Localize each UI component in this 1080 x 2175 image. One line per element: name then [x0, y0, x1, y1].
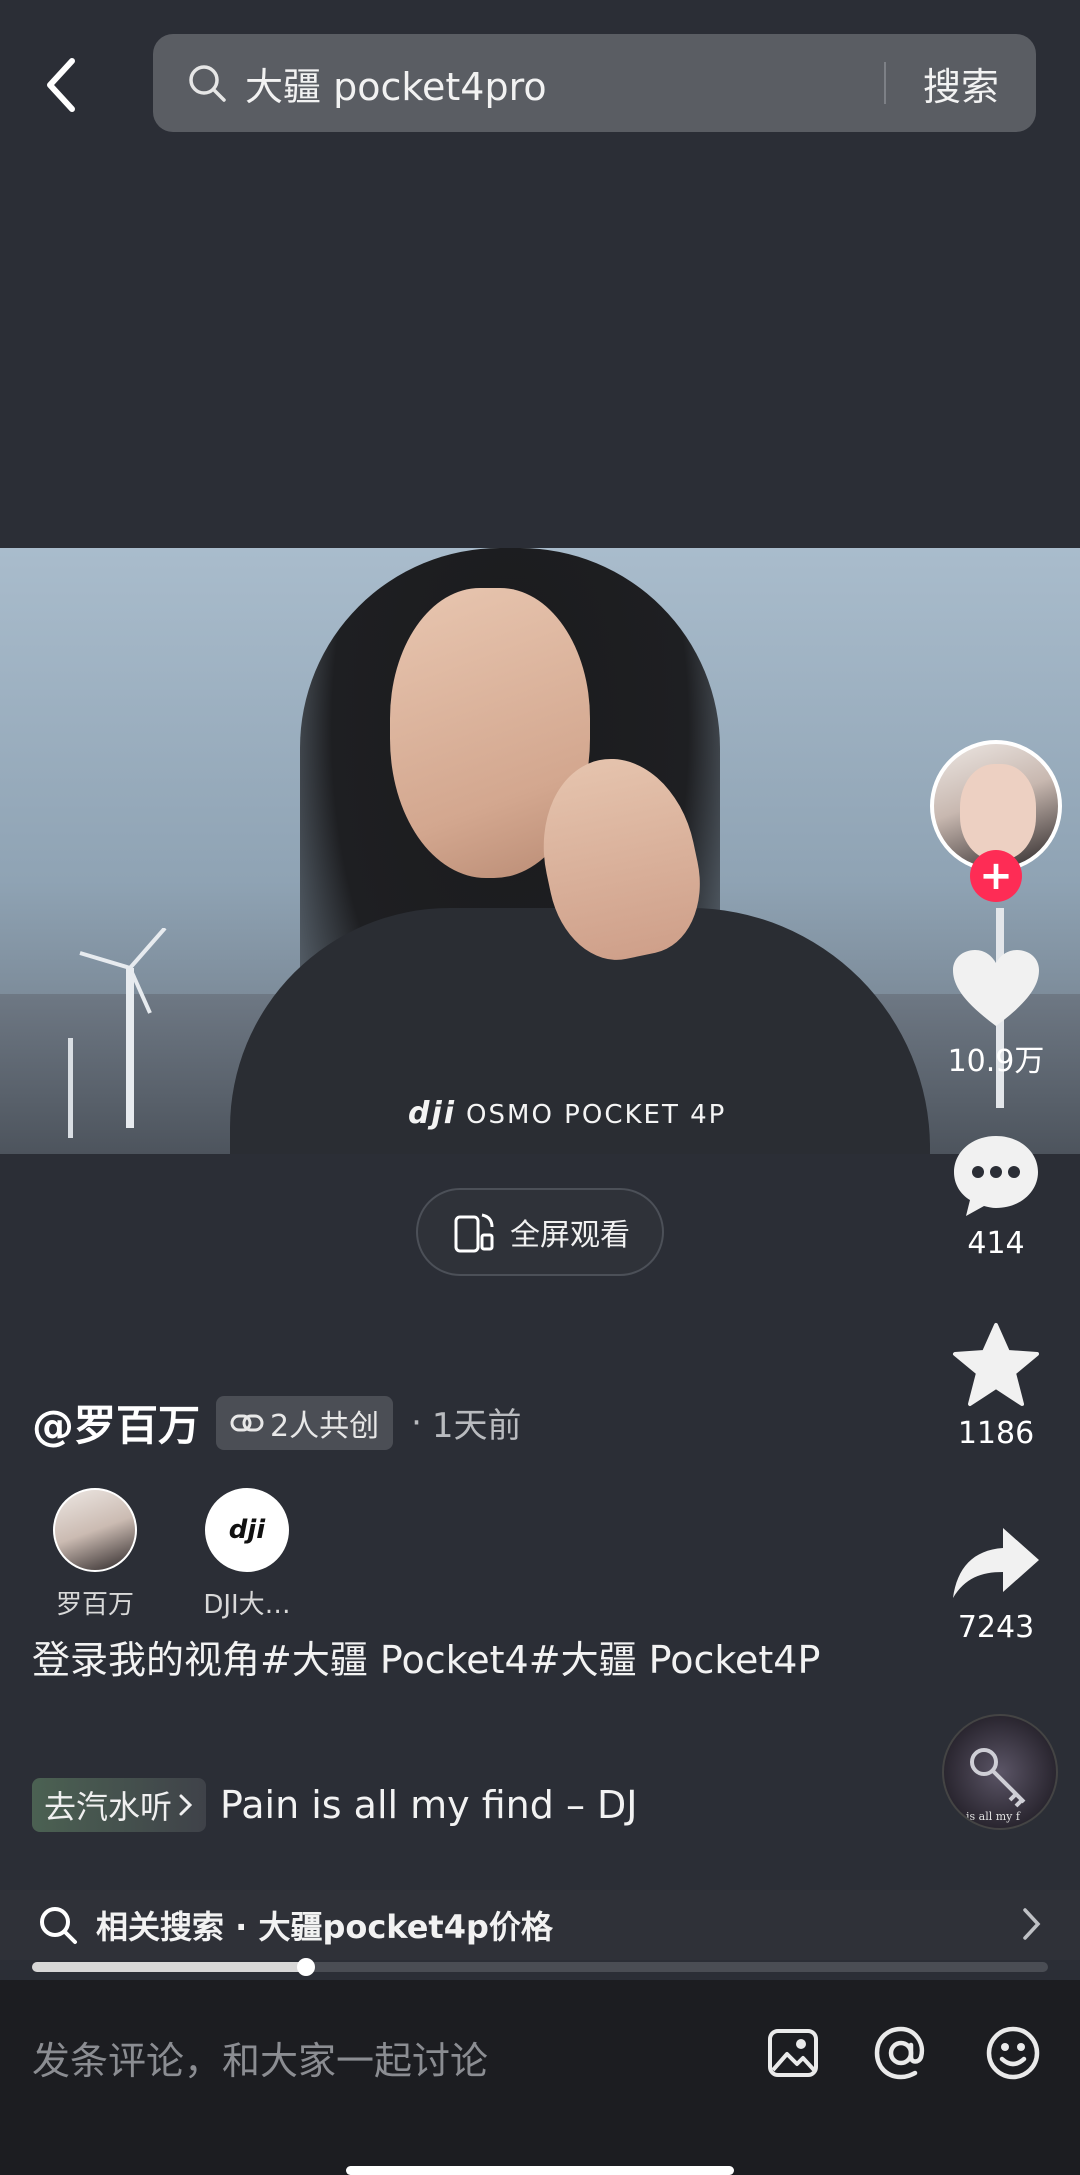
co-creator-name: DJI大…	[203, 1590, 291, 1620]
wind-turbine-image	[68, 1038, 73, 1138]
related-search-bar[interactable]: 相关搜索 · 大疆pocket4p价格	[0, 1890, 1080, 1960]
search-submit-button[interactable]: 搜索	[886, 56, 1036, 111]
co-creator-item[interactable]: dji DJI大…	[184, 1488, 310, 1621]
key-icon: is all my f	[966, 1748, 1026, 1823]
search-input[interactable]: 大疆 pocket4pro	[245, 56, 884, 111]
chevron-right-icon	[1023, 1908, 1041, 1940]
share-count: 7243	[957, 1610, 1035, 1645]
music-open-tag[interactable]: 去汽水听	[32, 1778, 207, 1832]
music-open-label: 去汽水听	[44, 1788, 173, 1826]
co-creator-name: 罗百万	[55, 1590, 134, 1620]
home-indicator	[346, 2166, 734, 2175]
co-creator-avatar	[53, 1488, 137, 1572]
chevron-left-icon	[47, 58, 75, 112]
share-button[interactable]: 7243	[928, 1526, 1064, 1645]
progress-handle[interactable]	[297, 1958, 316, 1976]
favorite-count: 1186	[957, 1416, 1035, 1451]
co-create-badge[interactable]: 2人共创	[216, 1395, 394, 1450]
like-button[interactable]: 10.9万	[928, 948, 1064, 1080]
like-count: 10.9万	[947, 1044, 1045, 1079]
emoji-smile-icon	[986, 2026, 1040, 2080]
post-separator: ·	[411, 1402, 422, 1443]
comment-count: 414	[967, 1226, 1025, 1261]
progress-fill	[32, 1962, 307, 1972]
follow-button[interactable]: +	[970, 850, 1022, 902]
heart-icon	[953, 950, 1039, 1026]
search-bar[interactable]: 大疆 pocket4pro 搜索	[153, 34, 1036, 132]
co-creator-item[interactable]: 罗百万	[32, 1488, 158, 1621]
comment-button[interactable]: 414	[928, 1132, 1064, 1261]
back-button[interactable]	[30, 50, 94, 120]
comment-bar: 发条评论，和大家一起讨论	[0, 1980, 1080, 2175]
author-line: @罗百万 2人共创 · 1天前	[32, 1392, 522, 1453]
video-caption[interactable]: 登录我的视角#大疆 Pocket4#大疆 Pocket4P	[32, 1632, 932, 1688]
dji-logo-text: dji	[228, 1515, 266, 1545]
comment-bubble-icon	[954, 1136, 1038, 1216]
image-icon	[768, 2029, 818, 2077]
music-disc[interactable]: is all my f	[942, 1714, 1058, 1830]
fullscreen-button[interactable]: 全屏观看	[416, 1188, 664, 1276]
link-icon	[230, 1414, 264, 1431]
music-title[interactable]: Pain is all my find – DJ	[220, 1783, 637, 1827]
fullscreen-label: 全屏观看	[510, 1218, 630, 1253]
author-name[interactable]: @罗百万	[32, 1392, 200, 1453]
emoji-button[interactable]	[984, 2024, 1042, 2082]
image-picker-button[interactable]	[764, 2024, 822, 2082]
chevron-right-icon	[179, 1794, 193, 1816]
music-disc-text: is all my f	[966, 1810, 1021, 1823]
avatar-face-image	[960, 764, 1036, 860]
video-watermark: dji OSMO POCKET 4P	[408, 1096, 727, 1131]
related-search-text: 相关搜索 · 大疆pocket4p价格	[96, 1908, 553, 1946]
mention-button[interactable]	[872, 2024, 930, 2082]
search-icon	[40, 1907, 77, 1944]
favorite-button[interactable]: 1186	[928, 1322, 1064, 1451]
co-create-label: 2人共创	[270, 1408, 380, 1444]
at-sign-icon	[874, 2026, 925, 2080]
star-icon	[953, 1323, 1039, 1406]
rotate-phone-icon	[454, 1213, 494, 1253]
co-creator-list: 罗百万 dji DJI大…	[32, 1488, 310, 1621]
video-progress-bar[interactable]	[32, 1958, 1048, 1976]
music-row: 去汽水听 Pain is all my find – DJ	[32, 1778, 638, 1832]
dji-logo-avatar: dji	[205, 1488, 289, 1572]
video-player[interactable]: dji OSMO POCKET 4P	[0, 548, 1080, 1154]
search-icon	[187, 63, 227, 103]
post-time: 1天前	[431, 1406, 522, 1446]
share-arrow-icon	[953, 1528, 1039, 1598]
comment-input[interactable]: 发条评论，和大家一起讨论	[32, 2030, 488, 2085]
